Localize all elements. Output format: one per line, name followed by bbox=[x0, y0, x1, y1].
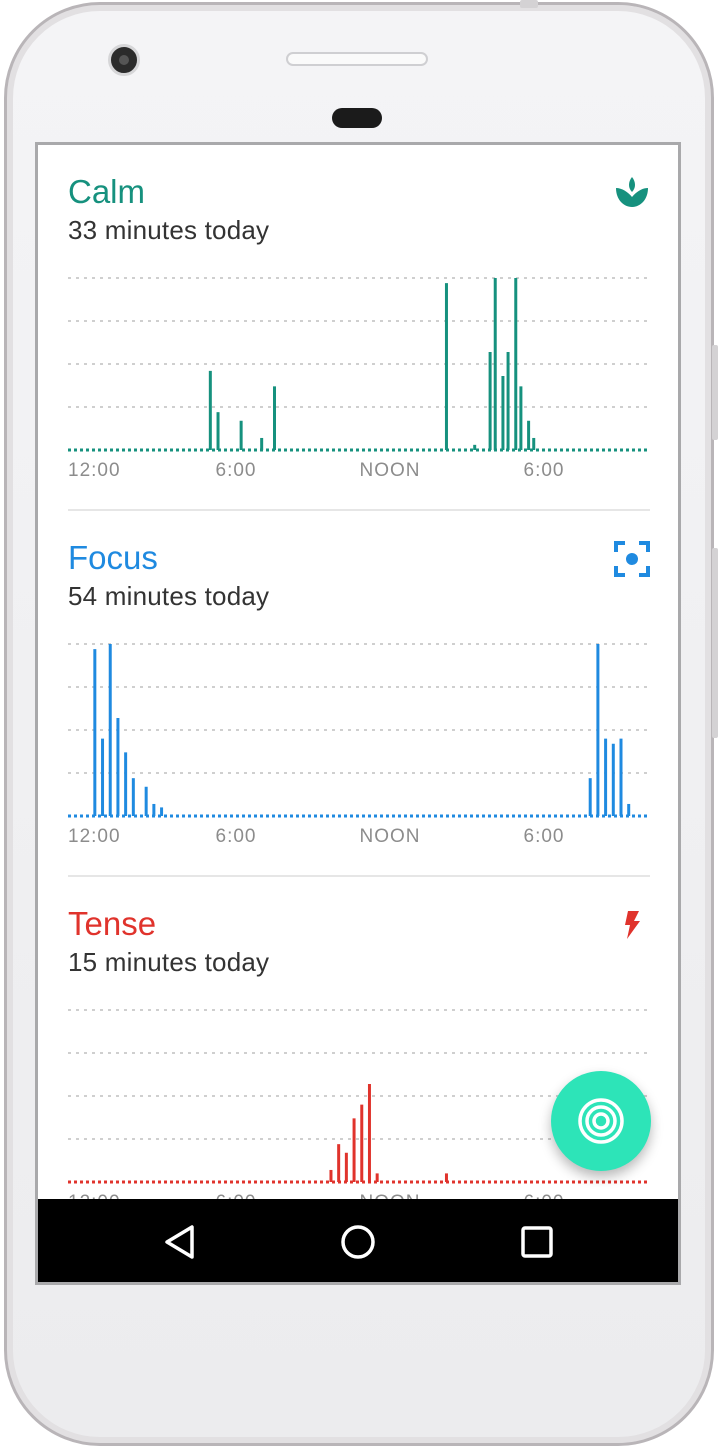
x-tick-label: 6:00 bbox=[524, 460, 565, 481]
front-camera bbox=[108, 44, 140, 76]
android-nav-bar bbox=[38, 1199, 678, 1282]
x-tick-label: NOON bbox=[360, 1192, 421, 1199]
x-tick-label: 6:00 bbox=[524, 1192, 565, 1199]
record-fab-button[interactable] bbox=[551, 1071, 651, 1171]
top-button bbox=[520, 0, 538, 8]
x-tick-label: 6:00 bbox=[216, 826, 257, 847]
earpiece-speaker bbox=[286, 52, 428, 66]
lightning-icon bbox=[625, 911, 640, 939]
concentric-circles-icon bbox=[578, 1098, 624, 1144]
app-screen: Calm 33 minutes today 12:00 6:00 NOON 6:00 … bbox=[35, 142, 681, 1285]
calm-section: Calm 33 minutes today 12:00 6:00 NOON 6:00 bbox=[38, 145, 678, 511]
x-tick-label: 6:00 bbox=[524, 826, 565, 847]
section-title: Focus bbox=[68, 539, 158, 576]
section-subtitle: 54 minutes today bbox=[68, 581, 270, 611]
x-tick-label: 12:00 bbox=[68, 460, 121, 481]
proximity-sensor bbox=[332, 108, 382, 128]
back-triangle-icon[interactable] bbox=[155, 1217, 205, 1267]
volume-button bbox=[712, 548, 718, 738]
section-title: Calm bbox=[68, 173, 146, 210]
x-tick-label: 6:00 bbox=[216, 460, 257, 481]
section-title: Tense bbox=[68, 905, 157, 942]
scroll-content[interactable]: Calm 33 minutes today 12:00 6:00 NOON 6:00 … bbox=[38, 145, 678, 1199]
x-tick-label: 12:00 bbox=[68, 826, 121, 847]
calm-chart: 12:00 6:00 NOON 6:00 bbox=[68, 277, 650, 481]
power-button bbox=[712, 345, 718, 440]
focus-target-icon bbox=[614, 541, 650, 577]
x-tick-label: NOON bbox=[360, 460, 421, 481]
focus-chart: 12:00 6:00 NOON 6:00 bbox=[68, 643, 650, 847]
home-circle-icon[interactable] bbox=[333, 1217, 383, 1267]
section-subtitle: 33 minutes today bbox=[68, 215, 270, 245]
lotus-icon bbox=[616, 177, 648, 207]
focus-section: Focus 54 minutes today 12:00 6:00 NOON 6:00 bbox=[38, 511, 678, 877]
x-tick-label: 6:00 bbox=[216, 1192, 257, 1199]
recents-square-icon[interactable] bbox=[512, 1217, 562, 1267]
x-tick-label: 12:00 bbox=[68, 1192, 121, 1199]
x-tick-label: NOON bbox=[360, 826, 421, 847]
section-subtitle: 15 minutes today bbox=[68, 947, 270, 977]
